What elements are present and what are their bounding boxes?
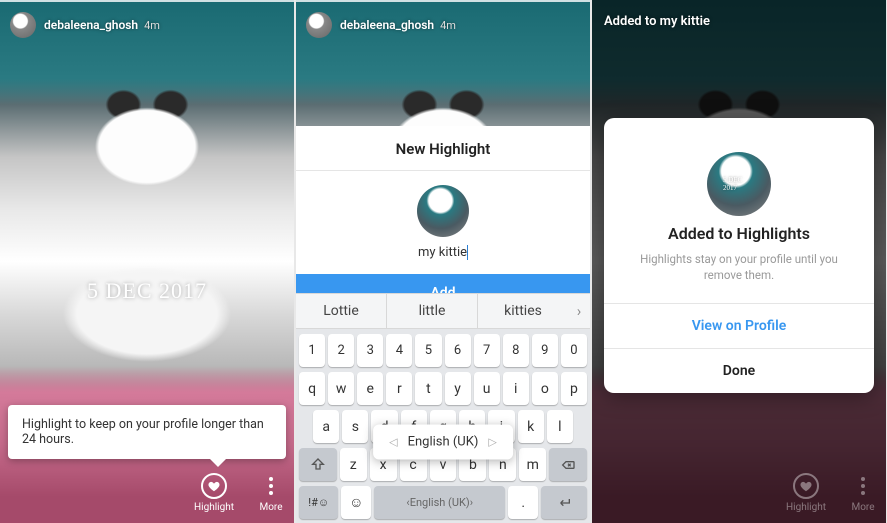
keyboard-row-1: q w e r t y u i o p xyxy=(299,372,587,405)
highlight-cover-thumb: 5 DEC 2017 xyxy=(707,152,771,216)
key-k[interactable]: k xyxy=(518,410,544,443)
key-period[interactable]: . xyxy=(508,486,538,519)
chevron-left-icon: ◁ xyxy=(389,435,397,448)
key-1[interactable]: 1 xyxy=(299,334,325,367)
avatar[interactable] xyxy=(10,12,36,38)
key-z[interactable]: z xyxy=(340,448,367,481)
highlight-tooltip: Highlight to keep on your profile longer… xyxy=(8,405,286,459)
more-button[interactable]: More xyxy=(850,473,876,513)
story-header: debaleena_ghosh 4m xyxy=(296,6,590,44)
keyboard-row-nums: 1 2 3 4 5 6 7 8 9 0 xyxy=(299,334,587,367)
more-label: More xyxy=(851,502,874,513)
story-actions: Highlight More xyxy=(786,473,876,513)
key-u[interactable]: u xyxy=(474,372,500,405)
highlight-cover-thumb[interactable] xyxy=(417,185,469,237)
key-r[interactable]: r xyxy=(386,372,412,405)
key-l[interactable]: l xyxy=(547,410,573,443)
avatar[interactable] xyxy=(306,12,332,38)
story-view-panel: debaleena_ghosh 4m 5 DEC 2017 Highlight … xyxy=(0,0,294,523)
confirmation-header: Added to my kittie xyxy=(592,6,886,37)
story-header: debaleena_ghosh 4m xyxy=(0,6,294,44)
key-s[interactable]: s xyxy=(342,410,368,443)
username[interactable]: debaleena_ghosh xyxy=(340,18,434,32)
key-spacebar[interactable]: ‹ English (UK) › xyxy=(374,486,505,519)
key-t[interactable]: t xyxy=(415,372,441,405)
language-popup[interactable]: ◁ English (UK) ▷ xyxy=(373,424,513,459)
highlight-button[interactable]: Highlight xyxy=(194,473,234,513)
username[interactable]: debaleena_ghosh xyxy=(44,18,138,32)
modal-subtitle: Highlights stay on your profile until yo… xyxy=(604,251,874,303)
more-label: More xyxy=(259,502,282,513)
key-7[interactable]: 7 xyxy=(474,334,500,367)
new-highlight-panel: debaleena_ghosh 4m New Highlight my kitt… xyxy=(296,0,590,523)
keyboard-suggestions: Lottie little kitties › xyxy=(296,293,590,329)
keyboard: 1 2 3 4 5 6 7 8 9 0 q w e r t y u i o p … xyxy=(296,329,590,523)
key-symbols[interactable]: !#☺ xyxy=(299,486,338,519)
key-q[interactable]: q xyxy=(299,372,325,405)
date-stamp: 5 DEC 2017 xyxy=(87,278,207,304)
view-on-profile-button[interactable]: View on Profile xyxy=(604,303,874,348)
key-p[interactable]: p xyxy=(561,372,587,405)
story-time: 4m xyxy=(440,19,456,32)
key-e[interactable]: e xyxy=(357,372,383,405)
language-label: English (UK) xyxy=(408,434,479,449)
key-i[interactable]: i xyxy=(503,372,529,405)
key-0[interactable]: 0 xyxy=(561,334,587,367)
chevron-right-icon: ▷ xyxy=(488,435,496,448)
key-enter[interactable] xyxy=(541,486,587,519)
keyboard-row-bottom: !#☺ ☺ ‹ English (UK) › . xyxy=(299,486,587,519)
key-a[interactable]: a xyxy=(313,410,339,443)
suggestion-item[interactable]: little xyxy=(386,294,478,328)
key-o[interactable]: o xyxy=(532,372,558,405)
new-highlight-sheet: New Highlight my kittie Add xyxy=(296,126,590,312)
heart-circle-icon xyxy=(201,473,227,499)
story-time: 4m xyxy=(144,19,160,32)
more-button[interactable]: More xyxy=(258,473,284,513)
suggestion-item[interactable]: kitties xyxy=(478,294,568,328)
done-button[interactable]: Done xyxy=(604,348,874,393)
key-backspace[interactable] xyxy=(549,448,587,481)
key-8[interactable]: 8 xyxy=(503,334,529,367)
key-6[interactable]: 6 xyxy=(445,334,471,367)
key-m[interactable]: m xyxy=(519,448,546,481)
key-4[interactable]: 4 xyxy=(386,334,412,367)
added-modal: 5 DEC 2017 Added to Highlights Highlight… xyxy=(604,118,874,393)
highlight-name-input[interactable]: my kittie xyxy=(296,245,590,260)
highlight-label: Highlight xyxy=(786,502,826,513)
key-5[interactable]: 5 xyxy=(415,334,441,367)
suggestion-more-icon[interactable]: › xyxy=(568,302,590,320)
key-2[interactable]: 2 xyxy=(328,334,354,367)
more-dots-icon xyxy=(258,473,284,499)
story-actions: Highlight More xyxy=(194,473,284,513)
key-y[interactable]: y xyxy=(445,372,471,405)
heart-circle-icon xyxy=(793,473,819,499)
added-confirmation-panel: Added to my kittie 5 DEC 2017 Added to H… xyxy=(592,0,886,523)
header-text: Added to my kittie xyxy=(604,14,710,29)
key-emoji[interactable]: ☺ xyxy=(341,486,371,519)
highlight-button[interactable]: Highlight xyxy=(786,473,826,513)
key-shift[interactable] xyxy=(299,448,337,481)
highlight-label: Highlight xyxy=(194,502,234,513)
more-dots-icon xyxy=(850,473,876,499)
key-9[interactable]: 9 xyxy=(532,334,558,367)
suggestion-item[interactable]: Lottie xyxy=(296,294,386,328)
sheet-title: New Highlight xyxy=(296,126,590,170)
key-3[interactable]: 3 xyxy=(357,334,383,367)
modal-title: Added to Highlights xyxy=(604,224,874,251)
key-w[interactable]: w xyxy=(328,372,354,405)
